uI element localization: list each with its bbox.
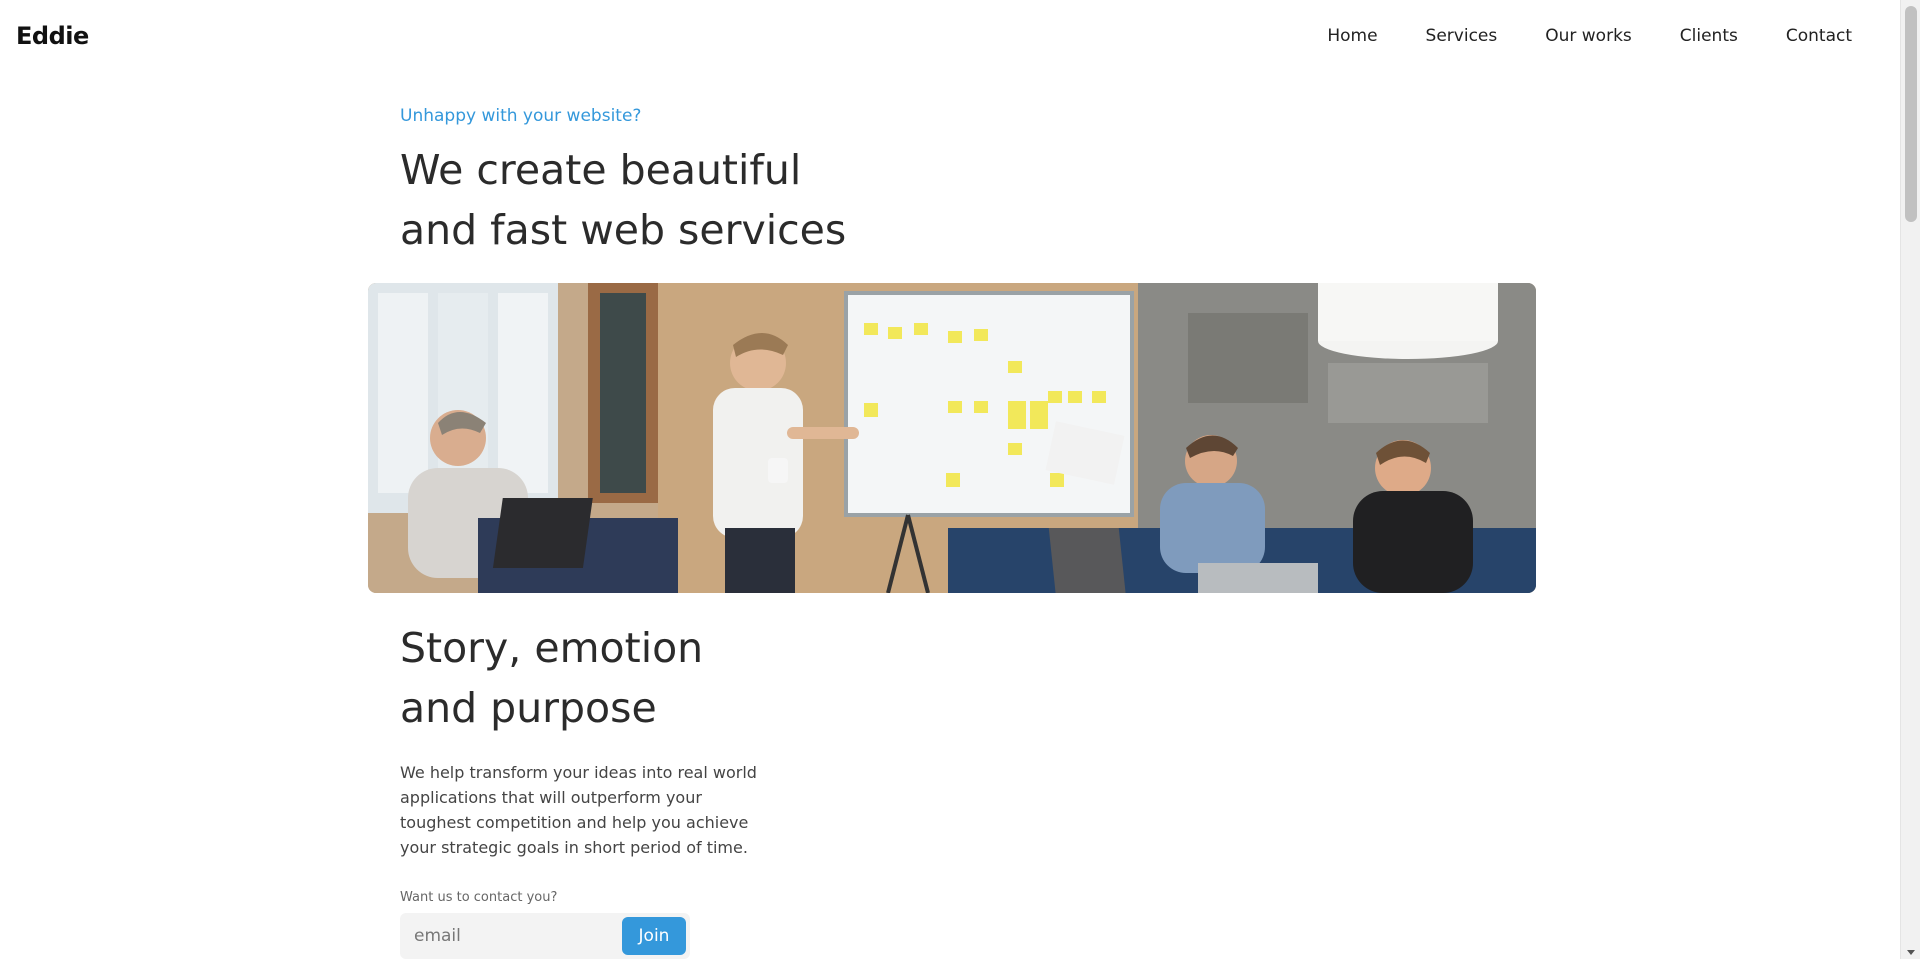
hero-section: Unhappy with your website? We create bea…: [400, 106, 960, 260]
story-title-line-2: and purpose: [400, 684, 657, 732]
nav-contact[interactable]: Contact: [1786, 26, 1852, 46]
hero-title-line-1: We create beautiful: [400, 146, 802, 194]
hero-eyebrow: Unhappy with your website?: [400, 106, 642, 126]
scrollbar-thumb[interactable]: [1905, 6, 1917, 222]
story-description: We help transform your ideas into real w…: [400, 763, 757, 857]
story-title: Story, emotion and purpose: [400, 618, 760, 738]
nav-our-works[interactable]: Our works: [1545, 26, 1632, 46]
nav-clients[interactable]: Clients: [1680, 26, 1738, 46]
main-nav: Home Services Our works Clients Contact: [1327, 26, 1852, 46]
email-signup-form: Join: [400, 913, 690, 959]
email-input[interactable]: [412, 925, 612, 947]
story-title-line-1: Story, emotion: [400, 624, 704, 672]
team-meeting-photo: [368, 283, 1536, 593]
contact-label: Want us to contact you?: [400, 890, 558, 905]
join-button[interactable]: Join: [622, 917, 686, 955]
site-header: Eddie Home Services Our works Clients Co…: [0, 0, 1900, 72]
nav-home[interactable]: Home: [1327, 26, 1377, 46]
vertical-scrollbar[interactable]: [1900, 0, 1920, 959]
brand-logo[interactable]: Eddie: [16, 22, 89, 50]
scroll-down-arrow-icon[interactable]: [1907, 950, 1915, 955]
nav-services[interactable]: Services: [1426, 26, 1498, 46]
page: Eddie Home Services Our works Clients Co…: [0, 0, 1920, 959]
hero-title: We create beautiful and fast web service…: [400, 140, 960, 260]
story-section: Story, emotion and purpose We help trans…: [400, 618, 760, 959]
hero-title-line-2: and fast web services: [400, 206, 847, 254]
